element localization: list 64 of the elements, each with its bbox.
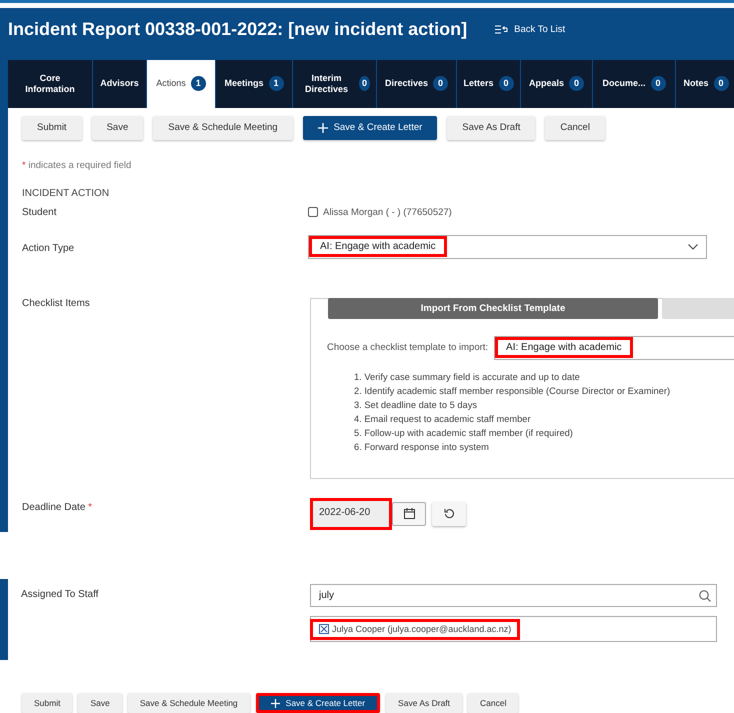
student-name: Alissa Morgan ( - ) (77650527) xyxy=(323,206,452,218)
remove-icon[interactable] xyxy=(319,624,329,634)
toolbar-button[interactable]: Cancel xyxy=(468,693,518,713)
list-back-icon xyxy=(495,25,508,34)
search-icon xyxy=(699,590,711,602)
count-badge: 0 xyxy=(569,76,584,92)
staff-search-field[interactable]: july xyxy=(310,584,717,608)
toolbar-button[interactable]: Cancel xyxy=(545,116,605,140)
count-badge: 0 xyxy=(359,76,370,92)
checklist-item: 5. Follow-up with academic staff member (if required) xyxy=(354,426,574,440)
checklist-item: 4. Email request to academic staff member xyxy=(354,412,532,426)
plus-icon xyxy=(318,122,328,133)
toolbar-button[interactable]: Save As Draft xyxy=(447,116,536,140)
toolbar-button[interactable]: Submit xyxy=(22,693,72,713)
tab[interactable]: Interim Directives 0 xyxy=(293,60,376,108)
plus-icon xyxy=(270,698,280,708)
calendar-button[interactable] xyxy=(392,502,426,526)
toolbar-button[interactable]: Save xyxy=(92,116,144,140)
toolbar-button[interactable]: Submit xyxy=(22,116,82,140)
tab[interactable]: Meetings 1 xyxy=(216,60,292,108)
reset-button[interactable] xyxy=(432,502,466,526)
tab[interactable]: Actions 1 xyxy=(147,60,215,108)
template-prompt: Choose a checklist template to import: xyxy=(327,342,488,354)
field-label: Action Type xyxy=(22,242,76,254)
checklist-item: 2. Identify academic staff member responsible (Course Director or Examiner) xyxy=(354,384,672,398)
toolbar-button[interactable]: Save & Schedule Meeting xyxy=(128,693,250,713)
toolbar-button[interactable]: Save & Create Letter xyxy=(302,116,438,140)
tab[interactable]: Advisors xyxy=(93,60,146,108)
count-badge: 0 xyxy=(714,76,728,92)
checklist-item: 3. Set deadline date to 5 days xyxy=(354,398,478,412)
staff-name: Julya Cooper (julya.cooper@auckland.ac.nz) xyxy=(332,624,512,634)
checklist-item: 6. Forward response into system xyxy=(354,440,490,454)
field-label: Deadline Date * xyxy=(22,502,94,513)
calendar-icon xyxy=(404,508,414,520)
tab[interactable]: Appeals 0 xyxy=(521,60,592,108)
toolbar-button[interactable]: Save & Schedule Meeting xyxy=(153,116,293,140)
date-field[interactable]: 2022-06-20 xyxy=(310,498,392,530)
count-badge: 1 xyxy=(268,76,284,92)
toolbar-button[interactable]: Save xyxy=(78,693,122,713)
chevron-down-icon xyxy=(688,244,698,250)
count-badge: 0 xyxy=(650,76,666,92)
count-badge: 0 xyxy=(433,76,448,92)
page-title: Incident Report 00338-001-2022: [new incident action] xyxy=(8,19,468,40)
toolbar-button[interactable]: Save As Draft xyxy=(386,693,462,713)
checklist-item: 1. Verify case summary field is accurate and up to date xyxy=(354,370,581,384)
field-label: Assigned To Staff xyxy=(21,589,100,600)
field-label: Checklist Items xyxy=(22,298,91,309)
tab[interactable]: Core Information xyxy=(8,60,92,108)
toolbar-button[interactable]: Save & Create Letter xyxy=(256,693,380,713)
field-label: Student xyxy=(22,206,58,218)
tab[interactable]: Directives 0 xyxy=(377,60,456,108)
checkbox[interactable] xyxy=(308,207,318,218)
tab[interactable]: Notes 0 xyxy=(676,60,734,108)
tab[interactable]: Docume... 0 xyxy=(593,60,675,108)
required-note: * indicates a required field xyxy=(22,160,132,171)
section-heading: INCIDENT ACTION xyxy=(22,188,110,199)
action-type-select[interactable]: AI: Engage with academic xyxy=(308,234,707,259)
panel-tab[interactable]: Import From Checklist Template xyxy=(328,298,658,319)
template-select[interactable]: AI: Engage with academic xyxy=(494,336,734,360)
count-badge: 1 xyxy=(190,76,206,92)
count-badge: 0 xyxy=(498,76,514,92)
reset-icon xyxy=(444,508,454,520)
tab[interactable]: Letters 0 xyxy=(457,60,520,108)
back-to-list-link[interactable]: Back To List xyxy=(495,24,566,36)
